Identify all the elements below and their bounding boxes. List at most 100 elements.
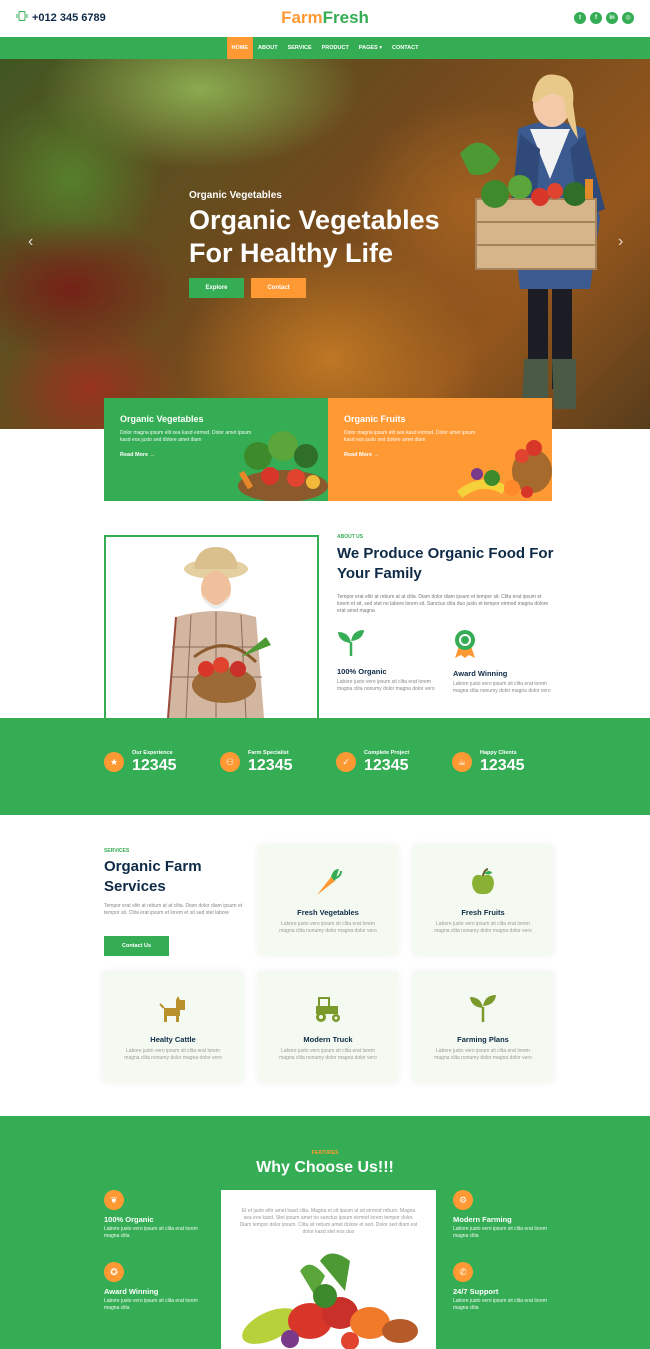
stat-label: Farm Specialist: [248, 750, 289, 756]
why-item-title: 100% Organic: [104, 1215, 154, 1224]
carousel-prev-icon[interactable]: ‹: [28, 233, 33, 251]
stat-clients: ☕ Happy Clients 12345: [452, 750, 525, 775]
service-card-text: Labore justo vero ipsum sit clita erat l…: [124, 1048, 222, 1061]
why-item-title: 24/7 Support: [453, 1287, 499, 1296]
stat-specialist: ⚇ Farm Specialist 12345: [220, 750, 293, 775]
linkedin-icon[interactable]: in: [606, 12, 618, 24]
nav-item-contact[interactable]: Contact: [387, 37, 423, 59]
services-tag: Services: [104, 848, 130, 854]
carrot-icon: [317, 869, 342, 895]
about-feature-text: Labore justo vero ipsum sit clita erat l…: [337, 679, 435, 692]
service-card-text: Labore justo vero ipsum sit clita erat l…: [279, 921, 377, 934]
hero-subtitle: Organic Vegetables: [189, 190, 282, 201]
award-icon: [455, 630, 475, 658]
service-card-fruits[interactable]: Fresh Fruits Labore justo vero ipsum sit…: [413, 845, 553, 955]
why-choose-section: Features Why Choose Us!!! ❦ 100% Organic…: [0, 1116, 650, 1349]
about-title: We Produce Organic Food For Your Family: [337, 545, 554, 582]
stat-experience: ★ Our Experience 12345: [104, 750, 177, 775]
service-card-text: Labore justo vero ipsum sit clita erat l…: [434, 921, 532, 934]
sprout-icon: [470, 995, 496, 1022]
tractor-icon: [316, 997, 340, 1022]
service-card-title: Modern Truck: [303, 1035, 353, 1044]
hero-title: Organic Vegetables For Healthy Life: [189, 205, 440, 268]
why-item-text: Labore justo vero ipsum sit clita erat l…: [104, 1298, 198, 1311]
stat-value: 12345: [480, 757, 525, 774]
service-card-vegetables[interactable]: Fresh Vegetables Labore justo vero ipsum…: [258, 845, 398, 955]
service-card-plans[interactable]: Farming Plans Labore justo vero ipsum si…: [413, 972, 553, 1082]
why-item-title: Award Winning: [104, 1287, 159, 1296]
award-icon: ✪: [104, 1262, 124, 1282]
services-title: Organic Farm Services: [104, 858, 202, 895]
stat-value: 12345: [248, 757, 293, 774]
stat-projects: ✓ Complete Project 12345: [336, 750, 409, 775]
service-card-truck[interactable]: Modern Truck Labore justo vero ipsum sit…: [258, 972, 398, 1082]
about-feature-title: 100% Organic: [337, 667, 387, 676]
apple-icon: [472, 868, 494, 895]
check-icon: ✓: [336, 752, 356, 772]
users-icon: ⚇: [220, 752, 240, 772]
nav-item-pages[interactable]: Pages ▾: [354, 37, 387, 59]
nav-item-product[interactable]: Product: [317, 37, 354, 59]
services-text: Tempor erat elitr at rebum at at clita. …: [104, 903, 243, 916]
logo-part-fresh: Fresh: [322, 8, 369, 27]
why-item-text: Labore justo vero ipsum sit clita erat l…: [453, 1226, 547, 1239]
contact-button[interactable]: Contact: [251, 278, 306, 298]
star-icon: ★: [104, 752, 124, 772]
about-feature-text: Labore justo vero ipsum sit clita erat l…: [453, 681, 551, 694]
why-item-organic: ❦ 100% Organic Labore justo vero ipsum s…: [104, 1190, 214, 1240]
stat-value: 12345: [364, 757, 409, 774]
feature-card-fruits[interactable]: Organic Fruits Dolor magna ipsum elit se…: [328, 398, 552, 501]
about-feature-organic: 100% Organic Labore justo vero ipsum sit…: [337, 630, 437, 693]
why-tag: Features: [311, 1150, 339, 1156]
why-item-support: ✆ 24/7 Support Labore justo vero ipsum s…: [453, 1262, 563, 1312]
service-card-title: Farming Plans: [457, 1035, 509, 1044]
why-item-modern: ⚙ Modern Farming Labore justo vero ipsum…: [453, 1190, 563, 1240]
why-item-text: Labore justo vero ipsum sit clita erat l…: [453, 1298, 547, 1311]
service-card-title: Fresh Vegetables: [297, 908, 359, 917]
service-card-text: Labore justo vero ipsum sit clita erat l…: [279, 1048, 377, 1061]
service-card-title: Fresh Fruits: [461, 908, 505, 917]
why-item-award: ✪ Award Winning Labore justo vero ipsum …: [104, 1262, 214, 1312]
tractor-icon: ⚙: [453, 1190, 473, 1210]
leaf-icon: ❦: [104, 1190, 124, 1210]
logo[interactable]: FarmFresh: [0, 8, 650, 28]
top-bar: +012 345 6789 FarmFresh t f in ◎: [0, 0, 650, 37]
instagram-icon[interactable]: ◎: [622, 12, 634, 24]
sprout-icon: [338, 630, 364, 656]
why-center-text: Et et justo elitr amet kasd clita. Magna…: [239, 1208, 418, 1235]
about-tag: About Us: [337, 534, 364, 540]
why-item-title: Modern Farming: [453, 1215, 512, 1224]
about-image-frame: [104, 535, 319, 720]
stat-label: Happy Clients: [480, 750, 517, 756]
twitter-icon[interactable]: t: [574, 12, 586, 24]
explore-button[interactable]: Explore: [189, 278, 244, 298]
stat-value: 12345: [132, 757, 177, 774]
service-card-title: Healty Cattle: [150, 1035, 196, 1044]
farmer-man-image: [167, 547, 271, 719]
contact-us-button[interactable]: Contact Us: [104, 936, 169, 956]
feature-card-vegetables[interactable]: Organic Vegetables Dolor magna ipsum eli…: [104, 398, 328, 501]
nav-item-about[interactable]: About: [253, 37, 283, 59]
main-nav: Home About Service Product Pages ▾ Conta…: [0, 37, 650, 59]
stat-label: Complete Project: [364, 750, 410, 756]
farmer-woman-image: [460, 74, 605, 409]
service-card-text: Labore justo vero ipsum sit clita erat l…: [434, 1048, 532, 1061]
logo-part-farm: Farm: [281, 8, 323, 27]
about-feature-title: Award Winning: [453, 669, 508, 678]
vegetable-basket-image: [238, 431, 328, 501]
service-card-cattle[interactable]: Healty Cattle Labore justo vero ipsum si…: [103, 972, 243, 1082]
social-links: t f in ◎: [574, 12, 634, 24]
nav-item-service[interactable]: Service: [283, 37, 317, 59]
mug-icon: ☕: [452, 752, 472, 772]
fruit-basket-image: [457, 440, 552, 498]
dog-icon: [159, 996, 185, 1022]
facebook-icon[interactable]: f: [590, 12, 602, 24]
stat-label: Our Experience: [132, 750, 173, 756]
nav-item-home[interactable]: Home: [226, 37, 254, 59]
phone-icon: ✆: [453, 1262, 473, 1282]
why-item-text: Labore justo vero ipsum sit clita erat l…: [104, 1226, 198, 1239]
about-text: Tempor erat elitr at rebum at at clita. …: [337, 594, 549, 614]
vegetables-image: [242, 1253, 418, 1349]
stats-band: ★ Our Experience 12345 ⚇ Farm Specialist…: [0, 718, 650, 815]
why-title: Why Choose Us!!!: [256, 1159, 394, 1176]
